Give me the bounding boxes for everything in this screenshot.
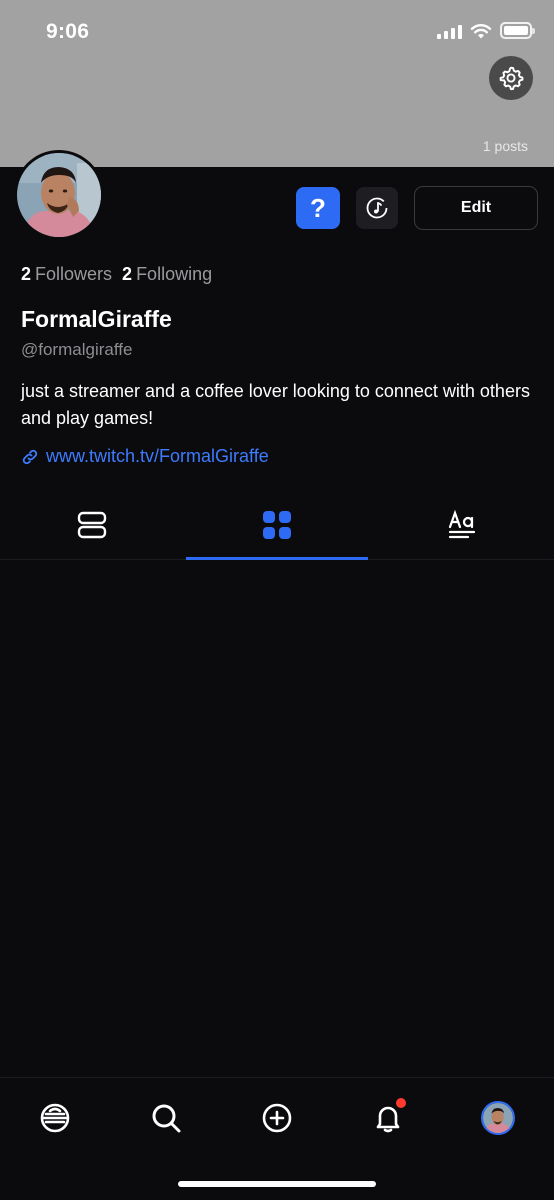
nav-notifications[interactable]: [368, 1098, 408, 1138]
following-label: Following: [136, 264, 213, 284]
posts-count: 1 posts: [482, 138, 528, 154]
create-post-icon: [262, 1103, 292, 1133]
tab-list-view[interactable]: [0, 490, 185, 559]
gear-icon: [499, 66, 524, 91]
cellular-signal-icon: [437, 23, 462, 39]
profile-bio: just a streamer and a coffee lover looki…: [21, 381, 530, 428]
avatar-photo: [17, 153, 101, 237]
profile-tabs: [0, 490, 554, 560]
music-button[interactable]: [356, 187, 398, 229]
followers-count: 2: [21, 264, 32, 284]
wifi-icon: [470, 23, 492, 38]
help-button[interactable]: ?: [296, 187, 340, 229]
grid-view-icon: [263, 510, 291, 539]
settings-button[interactable]: [489, 56, 533, 100]
home-indicator: [178, 1181, 376, 1187]
tab-text-posts[interactable]: [369, 490, 554, 559]
profile-avatar-small: [481, 1101, 515, 1135]
followers-label: Followers: [35, 264, 113, 284]
nav-home[interactable]: [35, 1098, 75, 1138]
following-count: 2: [122, 264, 133, 284]
home-icon: [40, 1103, 70, 1133]
nav-search[interactable]: [146, 1098, 186, 1138]
link-icon: [22, 449, 38, 464]
nav-profile[interactable]: [478, 1098, 518, 1138]
followers-stat[interactable]: 2 Followers: [21, 264, 112, 285]
search-icon: [152, 1104, 181, 1133]
status-icons: [437, 22, 535, 39]
edit-profile-button[interactable]: Edit: [414, 186, 538, 230]
music-note-icon: [366, 197, 388, 219]
status-time: 9:06: [46, 20, 90, 43]
text-posts-icon: [448, 509, 475, 538]
following-stat[interactable]: 2 Following: [122, 264, 212, 285]
list-view-icon: [78, 511, 107, 538]
status-bar: 9:06: [0, 0, 554, 66]
tab-grid-view[interactable]: [185, 490, 370, 560]
profile-avatar[interactable]: [14, 150, 104, 240]
profile-link-text: www.twitch.tv/FormalGiraffe: [46, 446, 269, 466]
username-handle: @formalgiraffe: [21, 340, 133, 359]
profile-link[interactable]: www.twitch.tv/FormalGiraffe: [21, 446, 269, 467]
notification-badge: [396, 1098, 406, 1108]
nav-create[interactable]: [257, 1098, 297, 1138]
display-name: FormalGiraffe: [21, 306, 172, 332]
follow-stats: 2 Followers 2 Following: [21, 264, 212, 285]
battery-icon: [500, 22, 535, 39]
